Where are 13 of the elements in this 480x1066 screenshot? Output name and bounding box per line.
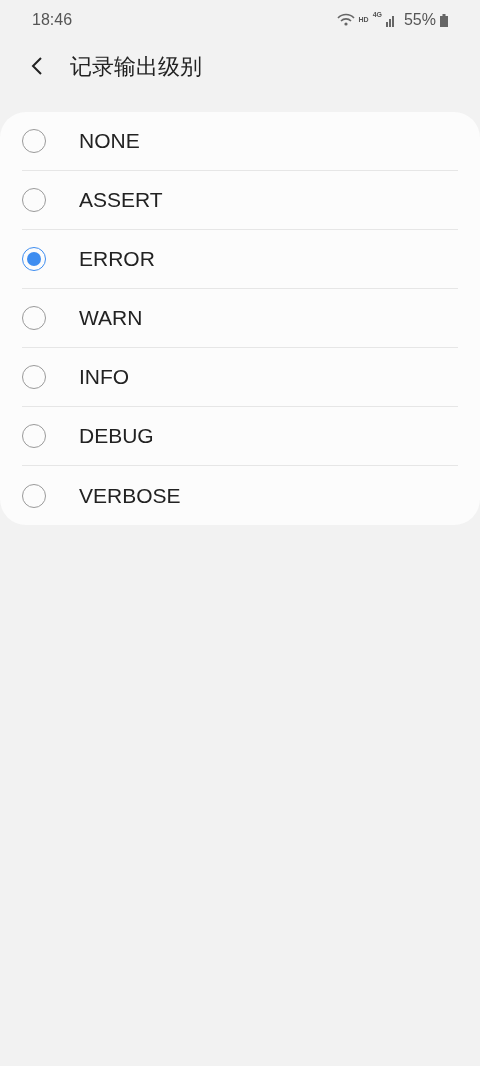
signal-icon: [385, 13, 396, 27]
status-time: 18:46: [32, 10, 73, 30]
option-label: NONE: [79, 128, 140, 155]
option-label: VERBOSE: [79, 482, 181, 509]
page-title: 记录输出级别: [70, 52, 202, 81]
option-label: ERROR: [79, 246, 155, 273]
option-label: WARN: [79, 305, 143, 332]
option-label: ASSERT: [79, 187, 163, 214]
option-label: INFO: [79, 364, 130, 391]
battery-percent: 55%: [403, 10, 436, 30]
wifi-icon: [336, 13, 355, 27]
battery-icon: [440, 13, 448, 27]
option-label: DEBUG: [79, 423, 154, 450]
